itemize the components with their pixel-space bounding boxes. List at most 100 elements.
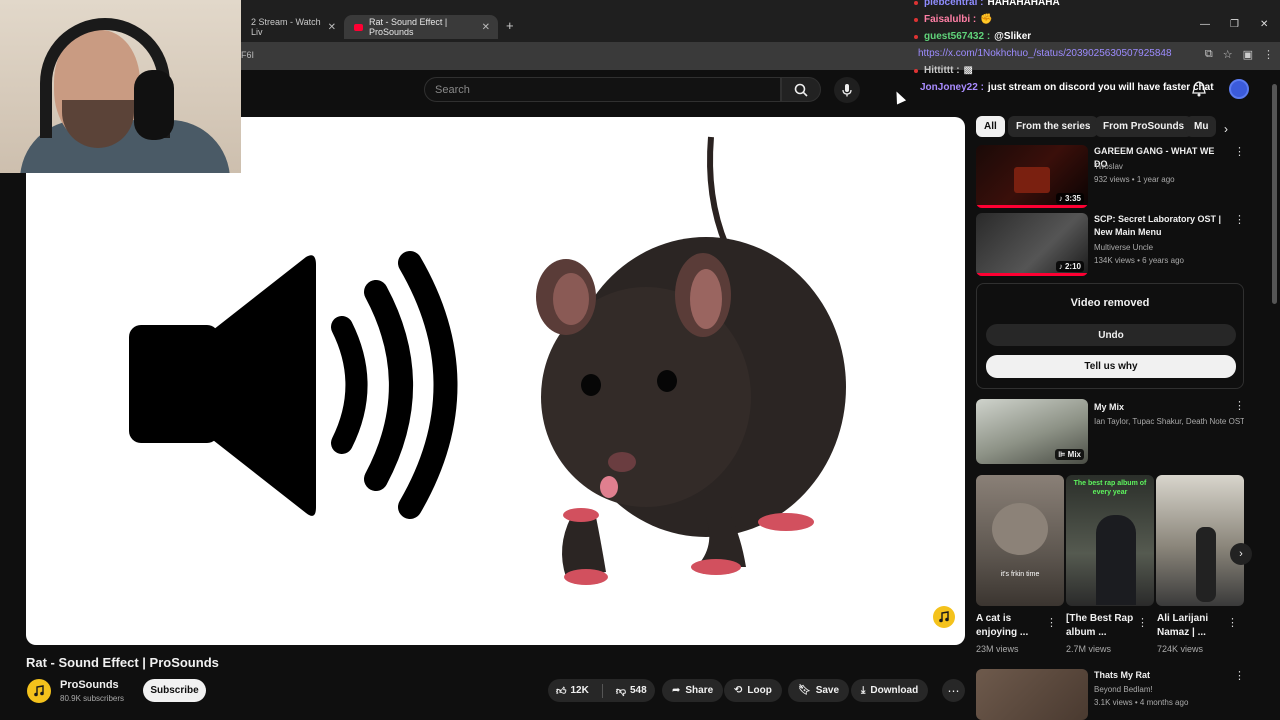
tell-us-why-button[interactable]: Tell us why xyxy=(986,355,1236,378)
more-icon[interactable]: ⋮ xyxy=(1137,616,1148,629)
list-item[interactable]: Thats My Rat Beyond Bedlam! 3.1K views •… xyxy=(976,669,1246,720)
rec-title: Thats My Rat xyxy=(1094,670,1151,680)
removed-title: Video removed xyxy=(1070,297,1150,309)
list-item[interactable]: ⊫ Mix My Mix Ian Taylor, Tupac Shakur, D… xyxy=(976,399,1246,464)
more-icon[interactable]: ⋮ xyxy=(1234,669,1245,682)
badge-icon xyxy=(914,0,918,5)
chip-all[interactable]: All xyxy=(976,116,1005,137)
webcam-overlay xyxy=(0,0,241,173)
search-input[interactable]: Search xyxy=(424,77,781,102)
account-avatar[interactable] xyxy=(1229,79,1249,99)
badge-icon xyxy=(914,17,918,22)
scrollbar[interactable] xyxy=(1272,84,1277,304)
window-close-icon[interactable]: ✕ xyxy=(1260,19,1268,30)
short-thumbnail[interactable]: it's frkin time xyxy=(976,475,1064,606)
music-note-icon[interactable] xyxy=(933,606,955,628)
video-player[interactable] xyxy=(26,117,965,645)
subscriber-count: 80.9K subscribers xyxy=(60,694,125,703)
chat-text: @Sliker xyxy=(994,31,1032,42)
subscribe-button[interactable]: Subscribe xyxy=(143,679,206,702)
chat-overlay: plebcentral : HAHAHAHAHA Faisalulbi : ✊ … xyxy=(914,0,1214,96)
more-icon[interactable]: ⋮ xyxy=(1234,399,1245,412)
chip-from-series[interactable]: From the series xyxy=(1008,116,1099,137)
chat-message: JonJoney22 : just stream on discord you … xyxy=(914,79,1214,96)
puzzle-icon[interactable]: ▣ xyxy=(1243,48,1253,61)
channel-avatar[interactable] xyxy=(27,679,51,703)
thumbnail[interactable]: ⊫ Mix xyxy=(976,399,1088,464)
loop-button[interactable]: ⟲ Loop xyxy=(724,679,782,702)
short-title: Ali Larijani Namaz | ... xyxy=(1157,613,1209,638)
chat-username: guest567432 : xyxy=(924,31,991,42)
new-tab-icon[interactable]: + xyxy=(506,18,514,33)
short-views: 23M views xyxy=(976,644,1019,654)
more-actions-button[interactable]: ⋯ xyxy=(942,679,965,702)
thumbnail[interactable]: ♪ 2:10 xyxy=(976,213,1088,276)
more-icon[interactable]: ⋮ xyxy=(1234,145,1245,158)
thumbs-down-icon: 👎︎ xyxy=(615,685,626,697)
short-thumbnail[interactable]: The best rap album of every year xyxy=(1066,475,1154,606)
close-icon[interactable]: ✕ xyxy=(328,22,336,33)
tab-rat-sound[interactable]: Rat - Sound Effect | ProSounds ✕ xyxy=(344,15,498,39)
download-icon: ⤓ xyxy=(861,685,866,696)
thumbs-up-icon: 👍︎ xyxy=(556,685,567,697)
save-label: Save xyxy=(815,685,840,696)
short-caption: it's frkin time xyxy=(1000,571,1040,578)
chevron-right-icon[interactable]: › xyxy=(1224,122,1228,136)
menu-icon[interactable]: ⋮ xyxy=(1263,48,1274,61)
dislike-count: 548 xyxy=(629,685,647,696)
tab-stream[interactable]: 2 Stream - Watch Liv ✕ xyxy=(241,15,344,39)
download-button[interactable]: ⤓ Download xyxy=(851,679,929,702)
video-removed-panel: Video removed Undo Tell us why xyxy=(976,283,1244,389)
rec-meta: 932 views • 1 year ago xyxy=(1094,175,1175,184)
person-image xyxy=(1196,527,1216,602)
chevron-right-icon[interactable]: › xyxy=(1230,543,1252,565)
chat-text: just stream on discord you will have fas… xyxy=(987,82,1214,93)
music-note-icon xyxy=(34,685,44,697)
list-item[interactable]: ♪ 2:10 SCP: Secret Laboratory OST | New … xyxy=(976,213,1246,277)
chip-from-prosounds[interactable]: From ProSounds xyxy=(1095,116,1193,137)
rec-meta: 134K views • 6 years ago xyxy=(1094,256,1184,265)
undo-button[interactable]: Undo xyxy=(986,324,1236,346)
tab-label: 2 Stream - Watch Liv xyxy=(251,17,321,37)
restore-icon[interactable]: ❐ xyxy=(1230,19,1239,30)
short-thumbnail[interactable] xyxy=(1156,475,1244,606)
chat-message: Faisalulbi : ✊ xyxy=(914,11,1214,28)
youtube-favicon-icon xyxy=(354,23,363,31)
voice-search-button[interactable] xyxy=(834,77,860,103)
rat-image xyxy=(536,136,846,585)
loop-icon: ⟲ xyxy=(734,685,743,696)
channel-name[interactable]: ProSounds xyxy=(60,679,119,691)
speaker-icon xyxy=(129,251,458,519)
star-icon[interactable]: ☆ xyxy=(1223,48,1233,61)
tab-label: Rat - Sound Effect | ProSounds xyxy=(369,17,448,37)
watch-progress xyxy=(976,273,1088,276)
emote-icon: ✊ xyxy=(980,14,993,25)
thumbnail[interactable] xyxy=(976,669,1088,720)
close-icon[interactable]: ✕ xyxy=(482,22,490,33)
search-button[interactable] xyxy=(781,77,821,102)
badge-icon xyxy=(914,34,918,39)
rec-meta: 3.1K views • 4 months ago xyxy=(1094,698,1189,707)
toolbar-icons: ⧉ ☆ ▣ ⋮ xyxy=(1205,48,1274,61)
more-icon[interactable]: ⋮ xyxy=(1046,616,1057,629)
divider xyxy=(601,683,603,698)
like-dislike-group: 👍︎ 12K 👎︎ 548 xyxy=(548,679,655,702)
badge-icon xyxy=(914,68,918,73)
save-button[interactable]: 🔖︎ Save xyxy=(788,679,850,702)
share-button[interactable]: ➦ Share xyxy=(662,679,724,702)
more-icon[interactable]: ⋮ xyxy=(1227,616,1238,629)
rec-channel: Beyond Bedlam! xyxy=(1094,685,1153,694)
chat-link[interactable]: https://x.com/1Nokhchuo_/status/20390256… xyxy=(918,48,1172,59)
loop-label: Loop xyxy=(747,685,772,696)
download-label: Download xyxy=(870,685,919,696)
video-frame xyxy=(129,136,846,585)
dislike-button[interactable]: 👎︎ 548 xyxy=(608,679,655,702)
duration-badge: ♪ 2:10 xyxy=(1055,261,1084,272)
thumbnail[interactable]: ♪ 3:35 xyxy=(976,145,1088,208)
like-count: 12K xyxy=(570,685,589,696)
chip-music[interactable]: Mu xyxy=(1186,116,1216,137)
rec-channel: Multiverse Uncle xyxy=(1094,243,1154,252)
like-button[interactable]: 👍︎ 12K xyxy=(548,679,597,702)
more-icon[interactable]: ⋮ xyxy=(1234,213,1245,226)
list-item[interactable]: ♪ 3:35 GAREEM GANG - WHAT WE DO Twoslav … xyxy=(976,145,1246,209)
